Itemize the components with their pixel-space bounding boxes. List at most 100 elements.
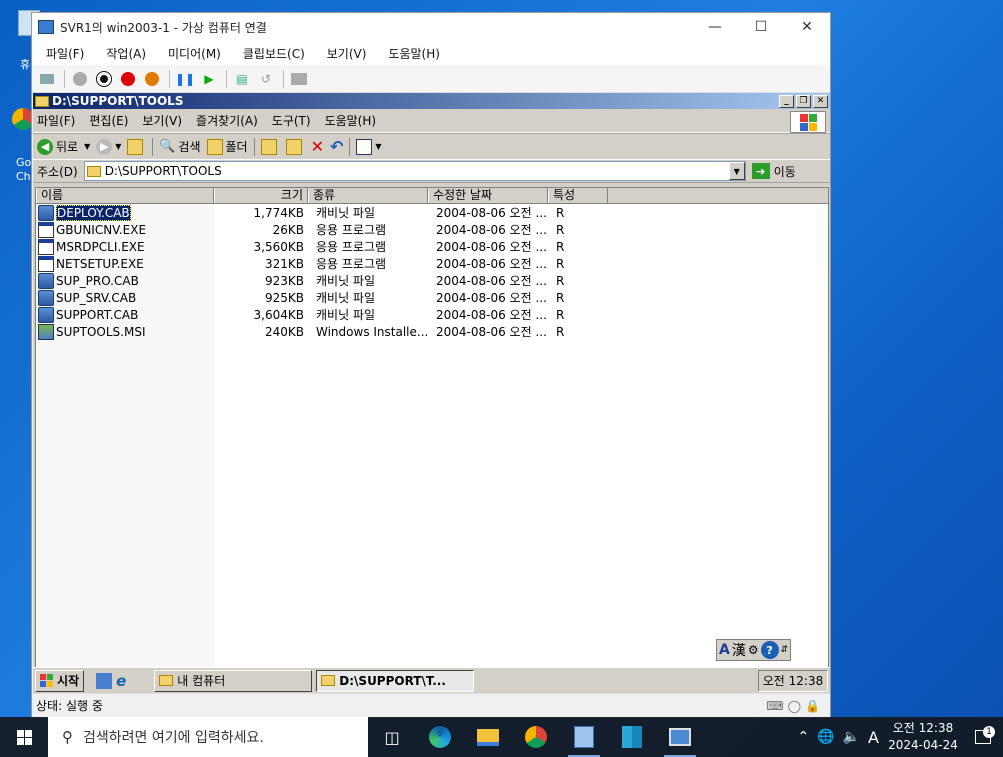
- minimize-button[interactable]: —: [692, 13, 738, 41]
- taskbar-explorer-window[interactable]: D:\SUPPORT\T...: [316, 669, 475, 692]
- task-view-button[interactable]: ◫: [368, 717, 416, 757]
- menu-view[interactable]: 보기(V): [142, 112, 182, 129]
- explorer-minimize-button[interactable]: _: [779, 94, 794, 108]
- enhanced-session-icon[interactable]: [288, 68, 310, 90]
- menu-favorites[interactable]: 즐겨찾기(A): [196, 112, 258, 129]
- address-dropdown-icon[interactable]: ▼: [728, 162, 745, 180]
- ime-options-icon[interactable]: ⇵: [781, 645, 789, 655]
- vm-menu-media[interactable]: 미디어(M): [168, 45, 221, 62]
- folders-button[interactable]: 폴더: [206, 138, 248, 155]
- folder-icon: [86, 165, 101, 177]
- vm-menu-help[interactable]: 도움말(H): [388, 45, 440, 62]
- file-row[interactable]: SUP_PRO.CAB 923KB 캐비닛 파일 2004-08-06 오전 ... R: [36, 272, 828, 289]
- column-header-type[interactable]: 종류: [308, 188, 428, 203]
- file-row[interactable]: DEPLOY.CAB 1,774KB 캐비닛 파일 2004-08-06 오전 ...…: [36, 204, 828, 221]
- up-folder-button[interactable]: [127, 138, 146, 155]
- guest-screen[interactable]: D:\SUPPORT\TOOLS _ ❐ ✕ 파일(F) 편집(E) 보기(V)…: [33, 93, 830, 718]
- file-row[interactable]: MSRDPCLI.EXE 3,560KB 응용 프로그램 2004-08-06 오전 …: [36, 238, 828, 255]
- quick-launch-server-icon[interactable]: [96, 672, 113, 689]
- back-button[interactable]: ◀ 뒤로 ▼: [37, 138, 90, 155]
- undo-button[interactable]: ↶: [330, 137, 343, 156]
- column-header-attributes[interactable]: 특성: [548, 188, 608, 203]
- delete-button[interactable]: ✕: [311, 137, 324, 156]
- vm-menu-action[interactable]: 작업(A): [106, 45, 146, 62]
- quick-launch-ie-icon[interactable]: e: [116, 672, 126, 690]
- address-value: D:\SUPPORT\TOOLS: [104, 164, 222, 178]
- notification-button[interactable]: 1: [963, 726, 1003, 744]
- ime-hanja[interactable]: 漢: [732, 640, 746, 660]
- file-list[interactable]: 이름 크기 종류 수정한 날짜 특성 DEPLOY.CAB 1,774KB 캐비닛 …: [35, 187, 829, 673]
- toolbar-separator: [152, 137, 154, 156]
- back-label: 뒤로: [56, 140, 79, 154]
- forward-button[interactable]: ▶ ▼: [96, 138, 121, 155]
- vm-menu-clipboard[interactable]: 클립보드(C): [243, 45, 305, 62]
- file-type: 캐비닛 파일: [316, 291, 376, 305]
- revert-icon[interactable]: ↺: [255, 68, 277, 90]
- close-button[interactable]: ✕: [784, 13, 830, 41]
- taskbar-explorer-label: D:\SUPPORT\T...: [339, 673, 446, 688]
- address-input[interactable]: D:\SUPPORT\TOOLS ▼: [83, 161, 746, 181]
- file-name-cell: GBUNICNV.EXE: [36, 221, 214, 238]
- ime-lang[interactable]: A: [719, 642, 730, 658]
- explorer-restore-button[interactable]: ❐: [796, 94, 811, 108]
- views-button[interactable]: ▼: [356, 138, 382, 155]
- save-state-icon[interactable]: [141, 68, 163, 90]
- turn-off-icon[interactable]: [93, 68, 115, 90]
- chrome-icon: [525, 726, 547, 748]
- maximize-button[interactable]: ☐: [738, 13, 784, 41]
- pause-icon[interactable]: ❚❚: [174, 68, 196, 90]
- move-to-button[interactable]: [260, 138, 280, 155]
- edge-app[interactable]: [416, 717, 464, 757]
- chevron-up-icon[interactable]: ⌃: [797, 729, 809, 745]
- file-name-cell: SUPTOOLS.MSI: [36, 323, 214, 340]
- windows-start-button[interactable]: [0, 717, 48, 757]
- vm-menu-file[interactable]: 파일(F): [46, 45, 84, 62]
- buildings-app[interactable]: [608, 717, 656, 757]
- vm-menu-view[interactable]: 보기(V): [327, 45, 367, 62]
- taskbar-search-box[interactable]: ⚲ 검색하려면 여기에 입력하세요.: [48, 717, 368, 757]
- help-icon[interactable]: ?: [760, 641, 779, 659]
- copy-to-button[interactable]: [285, 138, 305, 155]
- file-size: 3,560KB: [253, 239, 304, 254]
- file-name-cell: SUPPORT.CAB: [36, 306, 214, 323]
- file-explorer-app[interactable]: [464, 717, 512, 757]
- toolbar-separator: [169, 69, 170, 88]
- ime-indicator[interactable]: A: [868, 728, 879, 747]
- menu-edit[interactable]: 편집(E): [89, 112, 128, 129]
- ime-settings-icon[interactable]: ⚙: [748, 643, 759, 657]
- column-header-size[interactable]: 크기: [214, 188, 308, 203]
- taskbar-clock[interactable]: 오전 12:38 2024-04-24: [883, 720, 963, 754]
- back-arrow-icon: ◀: [37, 138, 53, 155]
- explorer-close-button[interactable]: ✕: [813, 94, 828, 108]
- file-row[interactable]: GBUNICNV.EXE 26KB 응용 프로그램 2004-08-06 오전 ...…: [36, 221, 828, 238]
- server-manager-app[interactable]: [560, 717, 608, 757]
- network-icon[interactable]: 🌐: [817, 729, 834, 745]
- file-row[interactable]: SUPTOOLS.MSI 240KB Windows Installe... 2004…: [36, 323, 828, 340]
- menu-file[interactable]: 파일(F): [37, 112, 75, 129]
- go-button[interactable]: ➔ 이동: [751, 163, 796, 180]
- file-date: 2004-08-06 오전 ...: [436, 325, 547, 339]
- start-button[interactable]: 시작: [35, 669, 85, 692]
- checkpoint-icon[interactable]: ▤: [231, 68, 253, 90]
- file-date: 2004-08-06 오전 ...: [436, 291, 547, 305]
- msi-icon: [38, 323, 54, 340]
- search-button[interactable]: 🔍 검색: [159, 138, 200, 155]
- hyperv-connection-app[interactable]: [656, 717, 704, 757]
- start-icon[interactable]: [69, 68, 91, 90]
- file-row[interactable]: SUP_SRV.CAB 925KB 캐비닛 파일 2004-08-06 오전 ... R: [36, 289, 828, 306]
- menu-help[interactable]: 도움말(H): [325, 112, 377, 129]
- resume-icon[interactable]: ▶: [198, 68, 220, 90]
- menu-tools[interactable]: 도구(T): [272, 112, 311, 129]
- column-header-name[interactable]: 이름: [36, 188, 214, 203]
- shutdown-icon[interactable]: [117, 68, 139, 90]
- ctrl-alt-del-icon[interactable]: [36, 68, 58, 90]
- column-header-date[interactable]: 수정한 날짜: [428, 188, 548, 203]
- lock-icon: 🔒: [805, 698, 820, 713]
- taskbar-my-computer[interactable]: 내 컴퓨터: [154, 669, 313, 692]
- desktop-icon-label: Go: [16, 156, 32, 169]
- search-label: 검색: [178, 140, 201, 154]
- volume-muted-icon[interactable]: 🔈: [843, 729, 860, 745]
- file-row[interactable]: SUPPORT.CAB 3,604KB 캐비닛 파일 2004-08-06 오전 ..…: [36, 306, 828, 323]
- file-row[interactable]: NETSETUP.EXE 321KB 응용 프로그램 2004-08-06 오전 ..…: [36, 255, 828, 272]
- chrome-app[interactable]: [512, 717, 560, 757]
